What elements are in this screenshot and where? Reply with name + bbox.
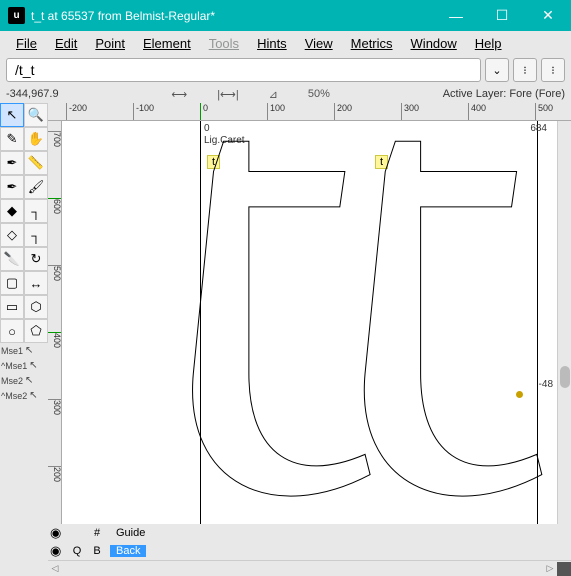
menu-element[interactable]: Element	[135, 34, 199, 53]
tool-6-0[interactable]: 🔪	[0, 247, 24, 271]
layer-row-guide[interactable]: ◉ # Guide	[50, 524, 569, 542]
menu-point[interactable]: Point	[87, 34, 133, 53]
glyph-dropdown-button[interactable]: ⌄	[485, 58, 509, 82]
layer-row-back[interactable]: ◉ Q B Back	[50, 542, 569, 560]
tool-3-1[interactable]: 🖌	[24, 175, 48, 199]
visibility-icon[interactable]: ◉	[50, 525, 64, 541]
vertical-ruler[interactable]: 700600500400300200100	[48, 121, 62, 524]
menu-hints[interactable]: Hints	[249, 34, 295, 53]
glyph-canvas[interactable]: 0 Lig.Caret t t 684 -48	[62, 121, 557, 524]
menu-bar: File Edit Point Element Tools Hints View…	[0, 31, 571, 55]
tool-9-1[interactable]: ⬠	[24, 319, 48, 343]
tool-3-0[interactable]: ✒	[0, 175, 24, 199]
active-layer-label: Active Layer: Fore (Fore)	[443, 88, 565, 100]
tool-1-0[interactable]: ✎	[0, 127, 24, 151]
tool-8-1[interactable]: ⬡	[24, 295, 48, 319]
ruler-tick: 500	[48, 265, 62, 281]
resize-grip[interactable]	[557, 562, 571, 576]
mouse-label: Mse2↖	[1, 373, 48, 388]
menu-file[interactable]: File	[8, 34, 45, 53]
menu-window[interactable]: Window	[403, 34, 465, 53]
main-area: ↖🔍✎✋✒📏✒🖌◆┐◇┐🔪↻▢↔▭⬡○⬠ Mse1↖^Mse1↖Mse2↖^Ms…	[0, 103, 571, 576]
tool-7-1[interactable]: ↔	[24, 271, 48, 295]
ruler-tick: 400	[48, 332, 62, 348]
tool-0-1[interactable]: 🔍	[24, 103, 48, 127]
ruler-tick: -200	[66, 103, 87, 121]
layer-name-guide[interactable]: Guide	[110, 527, 151, 539]
horizontal-ruler[interactable]: -200-1000100200300400500600700	[48, 103, 571, 121]
tool-4-1[interactable]: ┐	[24, 199, 48, 223]
tool-1-1[interactable]: ✋	[24, 127, 48, 151]
angle-icon: ⊿	[269, 88, 278, 101]
menu-help[interactable]: Help	[467, 34, 510, 53]
glyph-address-bar: ⌄ ⁝ ⁝	[0, 55, 571, 85]
glyph-outline	[62, 121, 557, 524]
wordlist-button-1[interactable]: ⁝	[513, 58, 537, 82]
ruler-tick: 300	[401, 103, 419, 121]
ruler-tick: 300	[48, 399, 62, 415]
hash-icon: #	[90, 527, 104, 539]
ruler-tick: -100	[133, 103, 154, 121]
measure-icon-2: |⟷|	[217, 88, 238, 101]
tool-2-1[interactable]: 📏	[24, 151, 48, 175]
background-flag[interactable]: B	[90, 545, 104, 557]
scroll-right-icon[interactable]: ▷	[543, 562, 557, 576]
tool-palette: ↖🔍✎✋✒📏✒🖌◆┐◇┐🔪↻▢↔▭⬡○⬠ Mse1↖^Mse1↖Mse2↖^Ms…	[0, 103, 48, 576]
zoom-level: 50%	[308, 88, 330, 100]
info-bar: -344,967.9 ⟷ |⟷| ⊿ 50% Active Layer: For…	[0, 85, 571, 103]
layers-panel: ◉ # Guide ◉ Q B Back	[48, 524, 571, 560]
menu-metrics[interactable]: Metrics	[343, 34, 401, 53]
measure-icon-1: ⟷	[171, 88, 187, 101]
tool-6-1[interactable]: ↻	[24, 247, 48, 271]
tool-0-0[interactable]: ↖	[0, 103, 24, 127]
title-bar: u t_t at 65537 from Belmist-Regular* — ☐…	[0, 0, 571, 31]
ruler-tick: 200	[334, 103, 352, 121]
ruler-tick: 700	[48, 131, 62, 147]
window-title: t_t at 65537 from Belmist-Regular*	[31, 9, 433, 23]
vertical-scrollbar[interactable]	[557, 121, 571, 524]
ruler-tick: 500	[535, 103, 553, 121]
menu-tools: Tools	[201, 34, 247, 53]
close-button[interactable]: ✕	[525, 0, 571, 31]
maximize-button[interactable]: ☐	[479, 0, 525, 31]
tool-5-0[interactable]: ◇	[0, 223, 24, 247]
quadratic-flag[interactable]: Q	[70, 545, 84, 557]
visibility-icon[interactable]: ◉	[50, 543, 64, 559]
ruler-tick: 100	[267, 103, 285, 121]
layer-name-back[interactable]: Back	[110, 545, 146, 557]
ruler-tick: 600	[48, 198, 62, 214]
menu-view[interactable]: View	[297, 34, 341, 53]
menu-edit[interactable]: Edit	[47, 34, 85, 53]
wordlist-button-2[interactable]: ⁝	[541, 58, 565, 82]
tool-2-0[interactable]: ✒	[0, 151, 24, 175]
scroll-left-icon[interactable]: ◁	[48, 562, 62, 576]
tool-7-0[interactable]: ▢	[0, 271, 24, 295]
cursor-coordinates: -344,967.9	[6, 88, 59, 100]
tool-9-0[interactable]: ○	[0, 319, 24, 343]
ruler-tick: 400	[468, 103, 486, 121]
mouse-label: ^Mse2↖	[1, 388, 48, 403]
app-icon: u	[8, 7, 25, 24]
glyph-name-input[interactable]	[6, 58, 481, 82]
scrollbar-thumb[interactable]	[560, 366, 570, 388]
ruler-tick: 200	[48, 466, 62, 482]
canvas-column: -200-1000100200300400500600700 700600500…	[48, 103, 571, 576]
tool-5-1[interactable]: ┐	[24, 223, 48, 247]
tool-4-0[interactable]: ◆	[0, 199, 24, 223]
mouse-label: ^Mse1↖	[1, 358, 48, 373]
tool-8-0[interactable]: ▭	[0, 295, 24, 319]
mouse-label: Mse1↖	[1, 343, 48, 358]
horizontal-scrollbar[interactable]: ◁ ▷	[48, 560, 571, 576]
ruler-tick: 0	[200, 103, 208, 121]
minimize-button[interactable]: —	[433, 0, 479, 31]
